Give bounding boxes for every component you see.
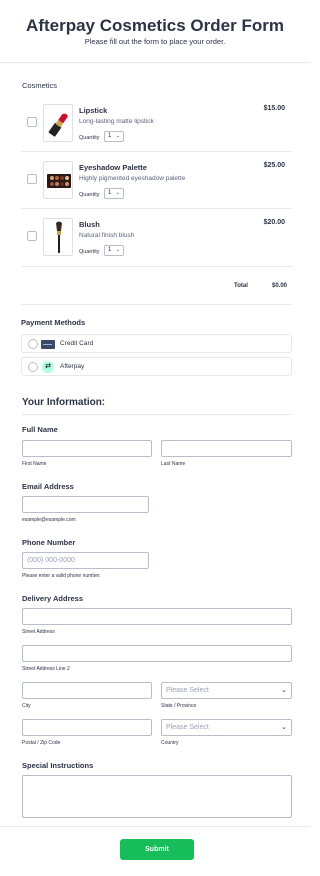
first-name-input[interactable] xyxy=(22,440,152,457)
country-select[interactable]: Please Select ⌄ xyxy=(161,719,292,736)
product-row-lipstick: Lipstick Long-lasting matte lipstick Qua… xyxy=(22,104,292,162)
blush-brush-icon xyxy=(43,218,73,256)
street-address-2-input[interactable] xyxy=(22,645,292,662)
state-sublabel: State / Province xyxy=(161,703,197,709)
payment-option-afterpay[interactable]: ⇄ Afterpay xyxy=(21,357,292,376)
chevron-down-icon: ⌄ xyxy=(281,687,287,694)
page-title: Afterpay Cosmetics Order Form xyxy=(26,16,284,35)
eyeshadow-palette-icon xyxy=(43,161,73,199)
payment-option-credit-card[interactable]: Credit Card xyxy=(21,334,292,353)
credit-card-icon xyxy=(41,340,55,349)
email-sublabel: example@example.com xyxy=(22,517,76,523)
product-row-eyeshadow: Eyeshadow Palette Highly pigmented eyesh… xyxy=(22,161,292,219)
total-label: Total xyxy=(234,283,248,289)
footer-divider xyxy=(0,826,310,827)
address-label: Delivery Address xyxy=(22,594,84,603)
postal-code-sublabel: Postal / Zip Code xyxy=(22,740,61,746)
info-title: Your Information: xyxy=(22,397,106,408)
header-divider xyxy=(0,62,310,63)
phone-sublabel: Please enter a valid phone number. xyxy=(22,573,101,579)
state-select[interactable]: Please Select ⌄ xyxy=(161,682,292,699)
lipstick-icon xyxy=(43,104,73,142)
page-subtitle: Please fill out the form to place your o… xyxy=(84,37,226,46)
product-divider xyxy=(22,151,292,152)
product-divider xyxy=(22,208,292,209)
quantity-select[interactable]: 1 ⌄ xyxy=(104,188,124,199)
special-instructions-label: Special Instructions xyxy=(22,761,94,770)
country-sublabel: Country xyxy=(161,740,179,746)
quantity-label: Quantity xyxy=(79,135,100,141)
last-name-input[interactable] xyxy=(161,440,292,457)
quantity-label: Quantity xyxy=(79,192,100,198)
product-checkbox[interactable] xyxy=(27,231,37,241)
special-instructions-textarea[interactable] xyxy=(22,775,292,818)
product-name: Lipstick xyxy=(79,106,108,115)
full-name-label: Full Name xyxy=(22,425,58,434)
first-name-sublabel: First Name xyxy=(22,461,47,467)
products-section-label: Cosmetics xyxy=(22,81,58,90)
product-description: Long-lasting matte lipstick xyxy=(79,118,154,125)
quantity-label: Quantity xyxy=(79,249,100,255)
product-price: $25.00 xyxy=(263,162,285,169)
product-name: Blush xyxy=(79,220,100,229)
email-label: Email Address xyxy=(22,482,74,491)
payment-radio[interactable] xyxy=(28,339,38,349)
total-value: $0.00 xyxy=(272,283,288,289)
street-address-2-sublabel: Street Address Line 2 xyxy=(22,666,70,672)
product-description: Natural finish blush xyxy=(79,232,135,239)
city-input[interactable] xyxy=(22,682,152,699)
payment-radio[interactable] xyxy=(28,362,38,372)
last-name-sublabel: Last Name xyxy=(161,461,186,467)
product-divider xyxy=(22,266,292,267)
chevron-down-icon: ⌄ xyxy=(115,247,120,253)
chevron-down-icon: ⌄ xyxy=(281,724,287,731)
chevron-down-icon: ⌄ xyxy=(115,190,120,196)
quantity-select[interactable]: 1 ⌄ xyxy=(104,131,124,142)
payment-methods-title: Payment Methods xyxy=(21,318,86,327)
submit-button[interactable]: Submit xyxy=(120,839,194,860)
postal-code-input[interactable] xyxy=(22,719,152,736)
chevron-down-icon: ⌄ xyxy=(115,133,120,139)
payment-label: Afterpay xyxy=(60,363,85,370)
info-divider xyxy=(22,414,292,415)
product-description: Highly pigmented eyeshadow palette xyxy=(79,175,186,182)
quantity-select[interactable]: 1 ⌄ xyxy=(104,245,124,256)
product-name: Eyeshadow Palette xyxy=(79,163,147,172)
product-checkbox[interactable] xyxy=(27,117,37,127)
product-row-blush: Blush Natural finish blush Quantity 1 ⌄ $… xyxy=(22,218,292,276)
email-field[interactable] xyxy=(22,496,149,513)
product-checkbox[interactable] xyxy=(27,174,37,184)
product-price: $15.00 xyxy=(263,105,285,112)
afterpay-icon: ⇄ xyxy=(42,361,54,373)
street-address-sublabel: Street Address xyxy=(22,629,55,635)
product-price: $20.00 xyxy=(263,219,285,226)
payment-label: Credit Card xyxy=(60,340,94,347)
phone-label: Phone Number xyxy=(22,538,76,547)
city-sublabel: City xyxy=(22,703,31,709)
street-address-input[interactable] xyxy=(22,608,292,625)
total-divider xyxy=(22,304,292,305)
phone-input[interactable]: (000) 000-0000 xyxy=(22,552,149,569)
